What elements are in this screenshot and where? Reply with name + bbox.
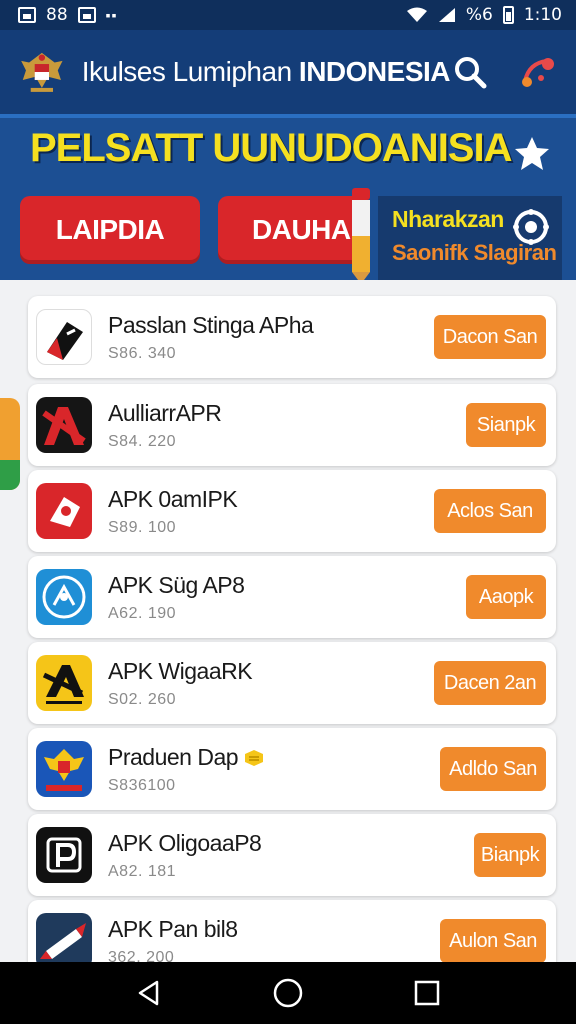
status-bar: 88 ▪▪ %6 1:10	[0, 0, 576, 30]
pencil-icon	[352, 188, 370, 280]
globe-gear-icon	[513, 209, 549, 245]
download-button[interactable]: Adldo San	[440, 747, 546, 791]
download-button[interactable]: Aclos San	[434, 489, 546, 533]
app-meta: 362. 200	[108, 948, 175, 963]
banner-heading: PELSATT UUNUDOANISIA	[30, 126, 512, 170]
recents-button[interactable]	[407, 973, 447, 1013]
app-meta: S836100	[108, 776, 176, 794]
back-button[interactable]	[129, 973, 169, 1013]
promo-box[interactable]: Nharakzan Saonifk Slagiran	[378, 196, 562, 280]
star-pin-icon[interactable]	[512, 134, 552, 174]
globe-app-icon	[36, 569, 92, 625]
app-name-text: Praduen Dap	[108, 743, 239, 770]
signal-text: %6	[465, 5, 493, 25]
battery-icon	[502, 6, 514, 24]
notification-dots-icon: ▪▪	[105, 7, 118, 23]
notification-gallery-icon	[77, 7, 96, 23]
download-button[interactable]: Aulon San	[440, 919, 546, 962]
app-meta: S86. 340	[108, 344, 177, 362]
download-button[interactable]: Dacon San	[434, 315, 546, 359]
list-item[interactable]: Praduen Dap S836100 Adldo San	[28, 728, 556, 810]
list-item[interactable]: Passlan Stinga APha S86. 340 Dacon San	[28, 296, 556, 378]
download-button[interactable]: Aaopk	[466, 575, 546, 619]
list-item[interactable]: AulliarrAPR S84. 220 Sianpk	[28, 384, 556, 466]
download-button[interactable]: Dacen 2an	[434, 661, 546, 705]
app-meta: A82. 181	[108, 862, 177, 880]
home-button[interactable]	[268, 973, 308, 1013]
list-item[interactable]: APK OligoaaP8 A82. 181 Bianpk	[28, 814, 556, 896]
app-title-bold: INDONESIA	[298, 56, 451, 87]
banner-button-left[interactable]: LAIPDIA	[20, 196, 200, 264]
search-button[interactable]	[450, 52, 490, 92]
navigation-bar	[0, 962, 576, 1024]
p-app-icon	[36, 827, 92, 883]
list-item[interactable]: APK WigaaRK S02. 260 Dacen 2an	[28, 642, 556, 724]
signal-icon	[438, 8, 455, 22]
status-time: 1:10	[523, 5, 562, 25]
app-name: APK 0amIPK	[108, 485, 238, 512]
share-button[interactable]	[518, 52, 558, 92]
app-title-regular: Ikulses Lumiphan	[81, 56, 299, 87]
promo-line1: Nharakzan	[392, 206, 504, 232]
download-button[interactable]: Sianpk	[466, 403, 546, 447]
side-peek-tab[interactable]	[0, 398, 20, 490]
app-name: APK Süg AP8	[108, 571, 245, 598]
yellow-a-app-icon	[36, 655, 92, 711]
download-button[interactable]: Bianpk	[474, 833, 546, 877]
verified-badge-icon	[245, 750, 264, 767]
tag-app-icon	[36, 483, 92, 539]
home-icon	[273, 978, 303, 1008]
rocket-app-icon	[36, 913, 92, 962]
app-meta: S84. 220	[108, 432, 177, 450]
recents-icon	[414, 980, 439, 1006]
app-meta: S02. 260	[108, 690, 177, 708]
back-icon	[139, 980, 159, 1006]
share-icon	[522, 58, 554, 87]
promo-banner: PELSATT UUNUDOANISIA LAIPDIA DAUHA Nhara…	[0, 114, 576, 280]
app-name: Praduen Dap	[108, 744, 440, 771]
garuda-app-icon	[36, 741, 92, 797]
app-bar: Ikulses Lumiphan INDONESIA	[0, 30, 576, 114]
search-icon	[455, 57, 487, 89]
app-meta: S89. 100	[108, 518, 177, 536]
emblem-icon	[21, 52, 63, 92]
app-name: APK OligoaaP8	[108, 829, 262, 856]
app-list[interactable]: Passlan Stinga APha S86. 340 Dacon San A…	[0, 280, 576, 962]
list-item[interactable]: APK Süg AP8 A62. 190 Aaopk	[28, 556, 556, 638]
app-title: Ikulses Lumiphan INDONESIA	[81, 56, 451, 88]
app-name: APK Pan bil8	[108, 915, 238, 942]
notification-image-icon	[18, 7, 36, 23]
list-item[interactable]: APK Pan bil8 362. 200 Aulon San	[28, 900, 556, 962]
app-name: AulliarrAPR	[108, 399, 222, 426]
app-meta: A62. 190	[108, 604, 177, 622]
red-a-app-icon	[36, 397, 92, 453]
app-name: Passlan Stinga APha	[108, 311, 314, 338]
wifi-icon	[406, 7, 427, 22]
banner-stripe	[0, 114, 576, 118]
status-left-text: 88	[46, 5, 68, 25]
pen-app-icon	[36, 309, 92, 365]
list-item[interactable]: APK 0amIPK S89. 100 Aclos San	[28, 470, 556, 552]
app-name: APK WigaaRK	[108, 657, 253, 684]
